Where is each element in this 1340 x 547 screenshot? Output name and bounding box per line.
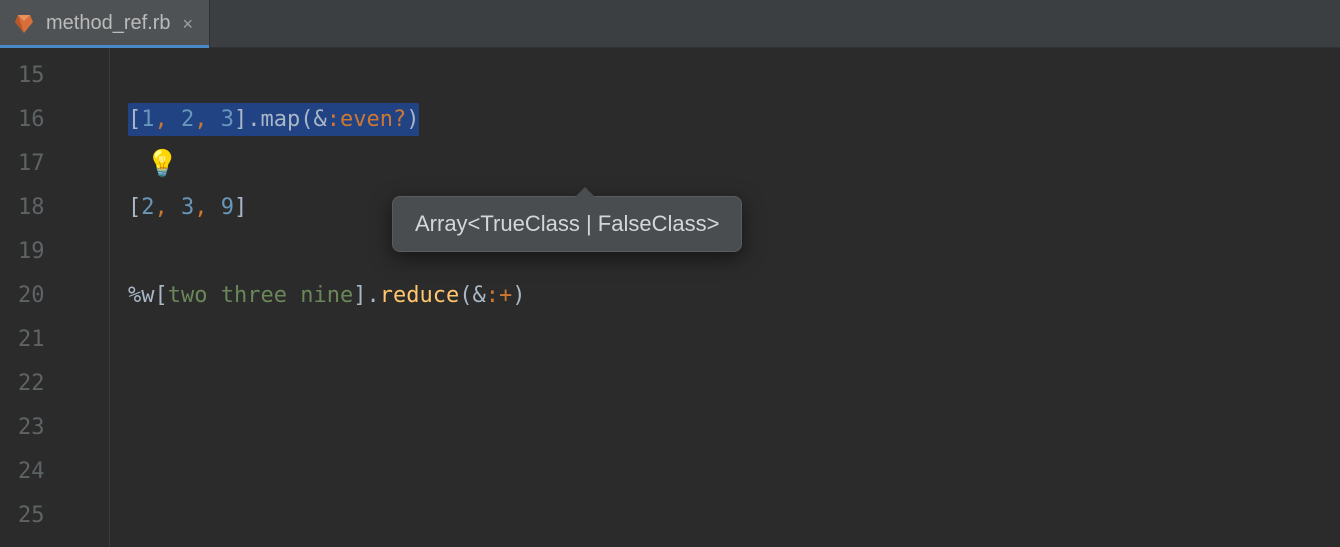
code-line-20[interactable]: %w[two three nine].reduce(&:+) (128, 274, 1340, 318)
type-info-tooltip: Array<TrueClass | FalseClass> (392, 196, 742, 252)
line-number[interactable]: 23 (0, 406, 109, 450)
code-line-25[interactable] (128, 494, 1340, 538)
line-number[interactable]: 15 (0, 54, 109, 98)
line-number[interactable]: 20 (0, 274, 109, 318)
tooltip-text: Array<TrueClass | FalseClass> (415, 211, 719, 236)
code-line-24[interactable] (128, 450, 1340, 494)
code-line-23[interactable] (128, 406, 1340, 450)
code-content[interactable]: [1, 2, 3].map(&:even?) 💡 [2, 3, 9] %w[tw… (110, 48, 1340, 547)
line-number[interactable]: 26 (0, 538, 109, 547)
line-number[interactable]: 17 (0, 142, 109, 186)
line-number-gutter: 151617181920212223242526 (0, 48, 110, 547)
editor-area: 151617181920212223242526 [1, 2, 3].map(&… (0, 48, 1340, 547)
code-line-16[interactable]: [1, 2, 3].map(&:even?) (128, 98, 1340, 142)
line-number[interactable]: 16 (0, 98, 109, 142)
line-number[interactable]: 25 (0, 494, 109, 538)
line-number[interactable]: 21 (0, 318, 109, 362)
code-line-15[interactable] (128, 54, 1340, 98)
code-line-22[interactable] (128, 362, 1340, 406)
line-number[interactable]: 19 (0, 230, 109, 274)
file-tab-method-ref[interactable]: method_ref.rb × (0, 0, 210, 47)
line-number[interactable]: 18 (0, 186, 109, 230)
tab-bar: method_ref.rb × (0, 0, 1340, 48)
ruby-file-icon (12, 12, 36, 36)
line-number[interactable]: 22 (0, 362, 109, 406)
intention-bulb-icon[interactable]: 💡 (146, 142, 178, 186)
code-line-26[interactable] (128, 538, 1340, 547)
tab-filename: method_ref.rb (46, 12, 171, 35)
code-line-17[interactable]: 💡 (128, 142, 1340, 186)
selection-highlight: [1, 2, 3].map(&:even?) (128, 103, 419, 136)
close-tab-icon[interactable]: × (181, 13, 196, 35)
code-line-21[interactable] (128, 318, 1340, 362)
line-number[interactable]: 24 (0, 450, 109, 494)
